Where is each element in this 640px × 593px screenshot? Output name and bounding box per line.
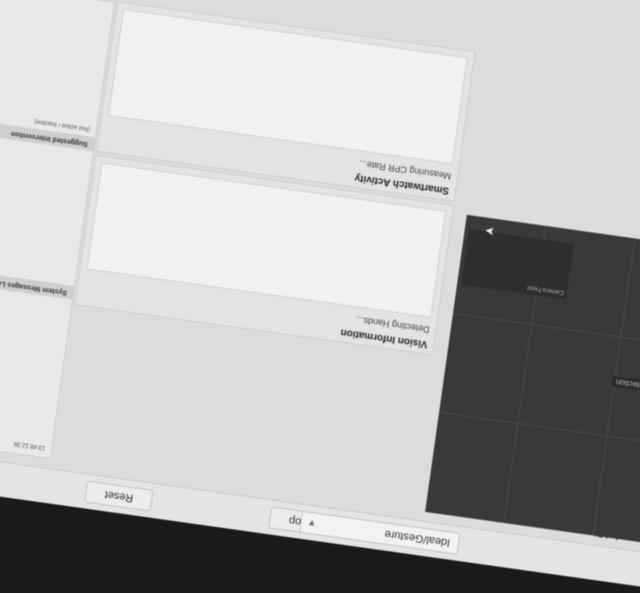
timestamp: 13:48:12.36 bbox=[13, 440, 46, 451]
system-log-header: System Messages Log bbox=[0, 264, 75, 300]
chevron-down-icon: ▼ bbox=[306, 517, 317, 529]
camera-feed: Hand Detection Camera Feed ➤ bbox=[425, 214, 640, 549]
reset-label: Reset bbox=[103, 488, 134, 505]
mode-select[interactable]: Ideal/Gesture ▼ bbox=[298, 510, 461, 555]
video-overlay: Camera Feed bbox=[461, 229, 574, 300]
video-tag: Camera Feed bbox=[527, 284, 565, 296]
grid-line bbox=[452, 312, 640, 351]
video-label: Hand Detection bbox=[611, 375, 640, 396]
reset-button[interactable]: Reset bbox=[84, 480, 154, 512]
mode-select-value: Ideal/Gesture bbox=[383, 527, 451, 549]
cursor-icon: ➤ bbox=[483, 223, 496, 239]
app-window: Reset Stop Ideal/Gesture ▼ Google Speech… bbox=[0, 0, 640, 593]
